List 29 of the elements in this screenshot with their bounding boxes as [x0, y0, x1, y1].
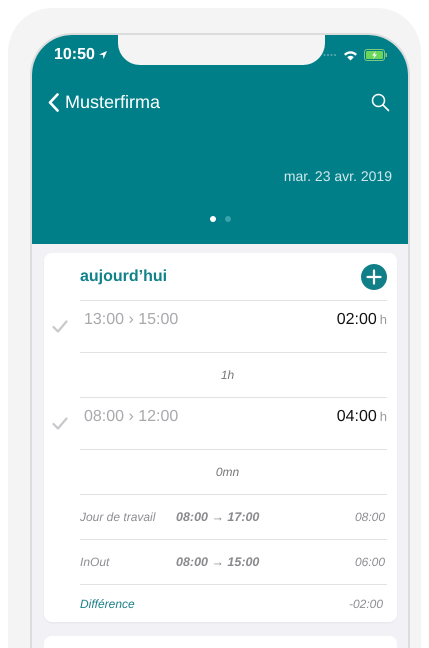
page-dot[interactable]: [210, 216, 216, 222]
back-button[interactable]: Musterfirma: [48, 92, 160, 113]
break-duration: 1h: [220, 368, 234, 382]
difference-label: Différence: [80, 596, 135, 610]
search-icon[interactable]: [371, 93, 390, 112]
page-dot[interactable]: [224, 216, 230, 222]
time-range[interactable]: 08:00 › 12:00: [80, 408, 178, 449]
location-arrow-icon: [98, 50, 108, 60]
chevron-left-icon: [48, 93, 59, 112]
battery-charging-icon: [364, 49, 388, 61]
duration-value: 04:00: [336, 408, 377, 426]
summary-range: 08:00 → 15:00: [176, 555, 260, 569]
break-duration: 0mn: [216, 465, 240, 479]
duration-value: 02:00: [336, 311, 377, 329]
signal-icon: [323, 53, 337, 57]
section-title: aujourd’hui: [80, 268, 168, 286]
summary-total: 06:00: [354, 555, 386, 569]
date-label: mar. 23 avr. 2019: [282, 167, 393, 184]
time-range[interactable]: 13:00 › 15:00: [80, 311, 178, 352]
add-button[interactable]: [361, 264, 387, 290]
duration-unit: h: [380, 312, 387, 327]
wifi-icon: [343, 50, 358, 60]
summary-label: InOut: [80, 555, 111, 569]
duration-unit: h: [380, 409, 387, 424]
summary-label: Jour de travail: [80, 510, 157, 524]
summary-total: 08:00: [354, 510, 386, 524]
summary-range: 08:00 → 17:00: [176, 510, 260, 524]
difference-value: -02:00: [348, 596, 384, 610]
status-time: 10:50: [54, 46, 95, 64]
